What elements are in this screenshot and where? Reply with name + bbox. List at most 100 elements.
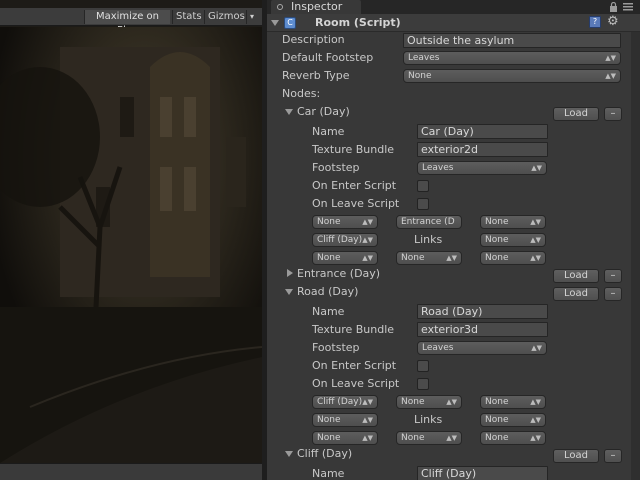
component-foldout-icon[interactable]	[271, 20, 279, 26]
game-scene-render	[0, 27, 262, 463]
node-name-label: Name	[312, 125, 345, 138]
link-value: None	[401, 253, 425, 263]
footstep-value: Leaves	[422, 343, 454, 353]
link-value: None	[485, 433, 509, 443]
lock-icon[interactable]	[609, 2, 618, 12]
link-value: None	[401, 397, 425, 407]
link-dropdown[interactable]: None ▲▼	[480, 413, 546, 427]
texture-bundle-label: Texture Bundle	[312, 323, 395, 336]
link-value: None	[317, 433, 341, 443]
inspector-tab[interactable]: Inspector	[271, 0, 361, 14]
node-name-label: Name	[312, 305, 345, 318]
dropdown-arrow-icon: ▲▼	[362, 398, 373, 406]
stats-toggle[interactable]: Stats	[172, 10, 202, 24]
on-leave-script-checkbox[interactable]	[417, 198, 429, 210]
node-title[interactable]: Cliff (Day)	[297, 447, 352, 461]
inspector-tab-icon	[277, 4, 283, 10]
component-title: Room (Script)	[315, 16, 401, 29]
reverb-type-dropdown[interactable]: None ▲▼	[403, 69, 621, 83]
maximize-on-play-toggle[interactable]: Maximize on Play	[84, 10, 170, 36]
link-dropdown[interactable]: None ▲▼	[312, 251, 378, 265]
texture-bundle-field[interactable]: exterior3d	[417, 322, 548, 337]
link-value: None	[485, 397, 509, 407]
link-dropdown[interactable]: Entrance (D	[396, 215, 462, 229]
link-value: None	[485, 235, 509, 245]
links-label: Links	[414, 233, 443, 246]
link-dropdown[interactable]: None ▲▼	[396, 431, 462, 445]
dropdown-arrow-icon: ▲▼	[530, 236, 541, 244]
node-load-button[interactable]: Load	[553, 107, 599, 121]
game-view-footer	[0, 463, 262, 480]
reverb-type-value: None	[408, 71, 432, 81]
footstep-dropdown[interactable]: Leaves ▲▼	[417, 161, 547, 175]
link-dropdown[interactable]: None ▲▼	[312, 413, 378, 427]
link-dropdown[interactable]: Cliff (Day) ▲▼	[312, 395, 378, 409]
script-icon[interactable]: C	[284, 17, 296, 29]
description-field[interactable]: Outside the asylum	[403, 33, 621, 48]
node-load-button[interactable]: Load	[553, 287, 599, 301]
link-value: None	[485, 415, 509, 425]
footstep-dropdown[interactable]: Leaves ▲▼	[417, 341, 547, 355]
dropdown-arrow-icon: ▲▼	[446, 254, 457, 262]
inspector-scrollbar[interactable]	[631, 32, 640, 480]
dropdown-arrow-icon: ▲▼	[362, 218, 373, 226]
node-title[interactable]: Car (Day)	[297, 105, 350, 119]
dropdown-arrow-icon: ▲▼	[446, 434, 457, 442]
link-dropdown[interactable]: None ▲▼	[312, 215, 378, 229]
link-dropdown[interactable]: None ▲▼	[312, 431, 378, 445]
dropdown-arrow-icon: ▲▼	[362, 236, 373, 244]
footstep-value: Leaves	[422, 163, 454, 173]
link-value: None	[401, 433, 425, 443]
dropdown-arrow-icon: ▲▼	[530, 254, 541, 262]
on-enter-script-checkbox[interactable]	[417, 360, 429, 372]
node-foldout-icon[interactable]	[287, 269, 293, 277]
link-dropdown[interactable]: None ▲▼	[396, 251, 462, 265]
gizmos-dropdown-icon[interactable]: ▾	[246, 10, 258, 24]
on-enter-script-label: On Enter Script	[312, 179, 397, 192]
reverb-type-label: Reverb Type	[282, 69, 350, 82]
node-foldout-icon[interactable]	[285, 289, 293, 295]
link-dropdown[interactable]: None ▲▼	[480, 215, 546, 229]
node-load-button[interactable]: Load	[553, 269, 599, 283]
dropdown-arrow-icon: ▲▼	[530, 434, 541, 442]
dropdown-arrow-icon: ▲▼	[362, 434, 373, 442]
link-dropdown[interactable]: None ▲▼	[480, 233, 546, 247]
link-value: Cliff (Day)	[317, 397, 363, 407]
dropdown-arrow-icon: ▲▼	[530, 416, 541, 424]
texture-bundle-field[interactable]: exterior2d	[417, 142, 548, 157]
dropdown-arrow-icon: ▲▼	[362, 254, 373, 262]
dropdown-arrow-icon: ▲▼	[530, 218, 541, 226]
node-remove-button[interactable]: –	[604, 287, 622, 301]
gear-icon[interactable]: ⚙	[607, 15, 619, 29]
link-value: None	[317, 253, 341, 263]
node-remove-button[interactable]: –	[604, 449, 622, 463]
node-title[interactable]: Road (Day)	[297, 285, 358, 299]
node-remove-button[interactable]: –	[604, 107, 622, 121]
link-dropdown[interactable]: None ▲▼	[480, 395, 546, 409]
node-name-field[interactable]: Car (Day)	[417, 124, 548, 139]
gizmos-toggle[interactable]: Gizmos	[204, 10, 246, 24]
on-leave-script-checkbox[interactable]	[417, 378, 429, 390]
node-remove-button[interactable]: –	[604, 269, 622, 283]
texture-bundle-label: Texture Bundle	[312, 143, 395, 156]
link-dropdown[interactable]: Cliff (Day) ▲▼	[312, 233, 378, 247]
node-load-button[interactable]: Load	[553, 449, 599, 463]
default-footstep-dropdown[interactable]: Leaves ▲▼	[403, 51, 621, 65]
node-foldout-icon[interactable]	[285, 109, 293, 115]
link-dropdown[interactable]: None ▲▼	[480, 251, 546, 265]
node-name-field[interactable]: Road (Day)	[417, 304, 548, 319]
node-title[interactable]: Entrance (Day)	[297, 267, 380, 281]
node-name-field[interactable]: Cliff (Day)	[417, 466, 548, 480]
footstep-label: Footstep	[312, 341, 360, 354]
node-foldout-icon[interactable]	[285, 451, 293, 457]
link-dropdown[interactable]: None ▲▼	[480, 431, 546, 445]
menu-icon[interactable]	[623, 3, 633, 11]
on-enter-script-checkbox[interactable]	[417, 180, 429, 192]
component-header[interactable]: C Room (Script) ? ⚙	[267, 14, 640, 32]
help-icon[interactable]: ?	[589, 16, 601, 28]
inspector-panel: Inspector C Room (Script) ? ⚙ Descriptio…	[267, 0, 640, 480]
links-label: Links	[414, 413, 443, 426]
link-value: None	[317, 217, 341, 227]
footstep-label: Footstep	[312, 161, 360, 174]
link-dropdown[interactable]: None ▲▼	[396, 395, 462, 409]
